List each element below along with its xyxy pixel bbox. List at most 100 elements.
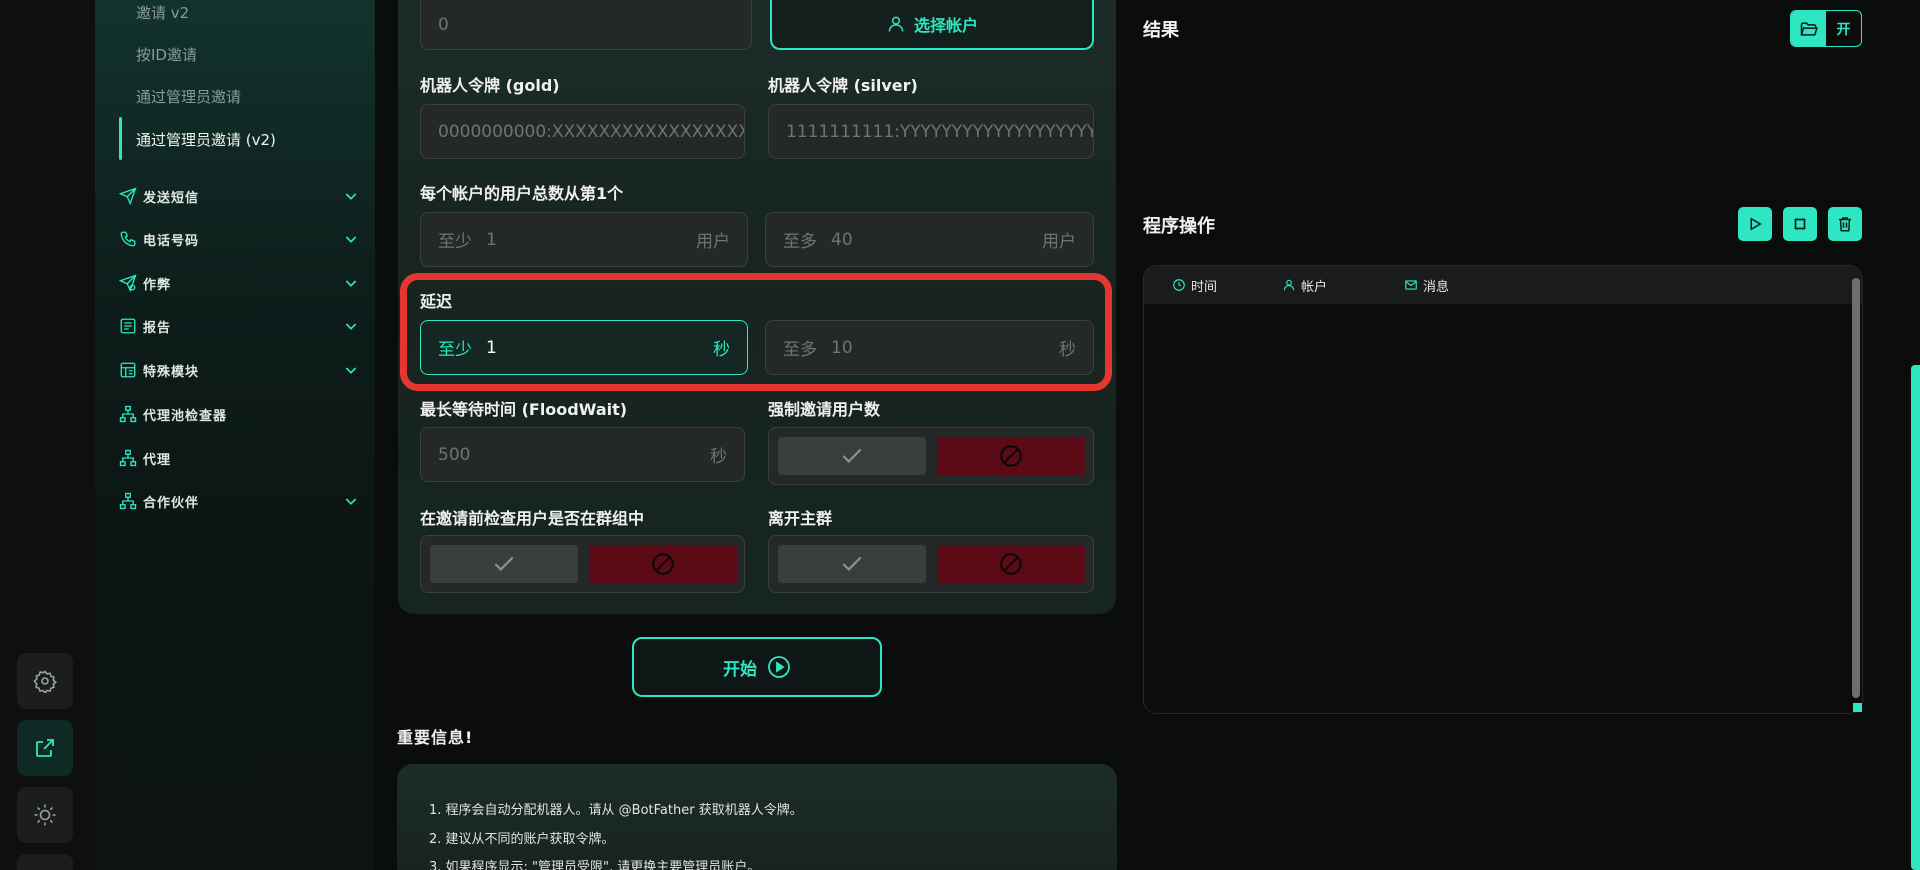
check-group-no-button[interactable] [589, 545, 737, 583]
clear-log-button[interactable] [1828, 207, 1862, 241]
mail-icon [1405, 280, 1417, 290]
bot-silver-placeholder: 1111111111:YYYYYYYYYYYYYYYYYYY [786, 121, 1094, 142]
sidebar-sub-invite-by-id[interactable]: 按ID邀请 [136, 44, 197, 65]
sidebar-item-partners[interactable]: 合作伙伴 [119, 489, 359, 513]
user-icon [1283, 279, 1295, 291]
chevron-down-icon [345, 236, 357, 243]
sidebar-item-cheat[interactable]: 作弊 [119, 271, 359, 295]
users-max-input[interactable]: 至多 40 用户 [765, 212, 1094, 267]
users-per-account-label: 每个帐户的用户总数从第1个 [420, 184, 624, 203]
folder-open-icon [1799, 21, 1818, 36]
users-max-prefix: 至多 [783, 232, 817, 252]
external-link-button[interactable] [17, 720, 73, 776]
clock-icon [1173, 279, 1185, 291]
stop-button[interactable] [1783, 207, 1817, 241]
sidebar-item-label: 合作伙伴 [143, 495, 200, 511]
users-min-value: 1 [486, 229, 497, 250]
sidebar-item-label: 报告 [143, 320, 172, 336]
col-account-label: 帐户 [1301, 279, 1328, 295]
sidebar-item-special-modules[interactable]: 特殊模块 [119, 358, 359, 382]
info-line-3: 3. 如果程序显示: "管理员受限", 请更换主要管理员账户。 [429, 860, 761, 870]
chevron-down-icon [345, 193, 357, 200]
force-invite-no-button[interactable] [937, 437, 1085, 475]
select-account-label: 选择帐户 [913, 16, 978, 35]
check-group-label: 在邀请前检查用户是否在群组中 [420, 509, 645, 528]
operations-title: 程序操作 [1143, 216, 1215, 237]
bot-gold-label: 机器人令牌 (gold) [420, 76, 560, 95]
modules-icon [120, 362, 136, 378]
open-button[interactable]: 开 [1826, 11, 1861, 46]
sidebar-item-send-sms[interactable]: 发送短信 [119, 184, 359, 208]
leave-group-no-button[interactable] [937, 545, 1085, 583]
theme-toggle-button[interactable] [17, 787, 73, 843]
check-group-toggle [420, 535, 745, 593]
bot-silver-input[interactable]: 1111111111:YYYYYYYYYYYYYYYYYYY [768, 104, 1094, 159]
info-line-1: 1. 程序会自动分配机器人。请从 @BotFather 获取机器人令牌。 [429, 803, 803, 818]
operations-log-table: 时间 帐户 消息 [1143, 265, 1863, 714]
chevron-down-icon [345, 367, 357, 374]
play-icon [1750, 217, 1762, 231]
users-min-input[interactable]: 至少 1 用户 [420, 212, 748, 267]
col-time-label: 时间 [1191, 279, 1218, 295]
top-number-input[interactable]: 0 [420, 0, 752, 50]
log-scrollbar[interactable] [1852, 278, 1860, 698]
floodwait-value: 500 [438, 444, 471, 465]
leave-group-yes-button[interactable] [778, 545, 926, 583]
col-time: 时间 [1172, 266, 1217, 304]
floodwait-input[interactable]: 500 秒 [420, 427, 745, 482]
external-link-icon [36, 739, 54, 757]
settings-button[interactable] [17, 653, 73, 709]
play-circle-icon [768, 656, 790, 678]
icon-rail [0, 0, 95, 870]
bot-gold-placeholder: 0000000000:XXXXXXXXXXXXXXXXXXX [438, 121, 745, 142]
users-max-value: 40 [831, 229, 853, 250]
sidebar-sub-invite-admin-v2[interactable]: 通过管理员邀请 (v2) [136, 129, 276, 150]
sidebar-item-label: 特殊模块 [143, 364, 200, 380]
delay-highlight-frame [400, 273, 1112, 391]
bot-silver-label: 机器人令牌 (silver) [768, 76, 918, 95]
ban-icon [652, 553, 674, 575]
cheat-icon [119, 274, 137, 292]
sidebar-item-proxy-checker[interactable]: 代理池检查器 [119, 402, 359, 426]
info-line-2: 2. 建议从不同的账户获取令牌。 [429, 832, 615, 847]
active-indicator [119, 117, 122, 160]
top-number-value: 0 [438, 14, 449, 35]
bot-gold-input[interactable]: 0000000000:XXXXXXXXXXXXXXXXXXX [420, 104, 745, 159]
user-icon [888, 16, 904, 32]
sidebar-item-label: 代理 [143, 452, 172, 468]
network-icon [119, 449, 137, 467]
sidebar-item-phone-numbers[interactable]: 电话号码 [119, 227, 359, 251]
force-invite-yes-button[interactable] [778, 437, 926, 475]
sidebar-sub-invite-v2[interactable]: 邀请 v2 [136, 2, 189, 23]
col-message-label: 消息 [1423, 279, 1450, 295]
start-button[interactable]: 开始 [632, 637, 882, 697]
report-icon [120, 318, 136, 334]
col-account: 帐户 [1282, 266, 1327, 304]
users-min-suffix: 用户 [696, 232, 730, 252]
floodwait-suffix: 秒 [710, 447, 727, 467]
sidebar-item-label: 电话号码 [143, 233, 200, 249]
select-account-button[interactable]: 选择帐户 [770, 0, 1094, 50]
log-header: 时间 帐户 消息 [1144, 266, 1862, 304]
leave-group-label: 离开主群 [768, 509, 833, 528]
col-message: 消息 [1404, 266, 1449, 304]
stop-icon [1794, 218, 1806, 230]
resize-handle[interactable] [1853, 703, 1862, 712]
play-button[interactable] [1738, 207, 1772, 241]
force-invite-label: 强制邀请用户数 [768, 400, 881, 419]
check-group-yes-button[interactable] [430, 545, 578, 583]
sidebar-item-reports[interactable]: 报告 [119, 314, 359, 338]
phone-icon [120, 231, 136, 247]
open-folder-button[interactable] [1791, 11, 1826, 46]
page-scrollbar[interactable] [1911, 365, 1920, 870]
sidebar-item-proxy[interactable]: 代理 [119, 446, 359, 470]
sidebar-sub-invite-admin[interactable]: 通过管理员邀请 [136, 86, 241, 107]
info-title: 重要信息! [397, 728, 474, 747]
results-open-group: 开 [1790, 10, 1862, 47]
ban-icon [1000, 445, 1022, 467]
gear-icon [33, 670, 57, 693]
more-button[interactable] [17, 854, 73, 870]
chevron-down-icon [345, 498, 357, 505]
ban-icon [1000, 553, 1022, 575]
network-icon [119, 405, 137, 423]
